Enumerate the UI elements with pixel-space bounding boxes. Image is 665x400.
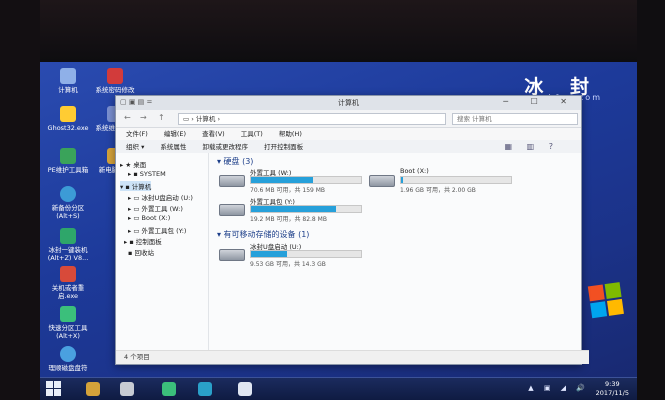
status-bar: 4 个项目	[116, 350, 589, 364]
menu-bar: 文件(F) 编辑(E) 查看(V) 工具(T) 帮助(H)	[116, 128, 581, 140]
nav-item-computer[interactable]: ▾ ▪ 计算机	[120, 181, 152, 191]
desktop-icon-label: 系统密码修改	[95, 86, 135, 94]
monitor-bezel-top	[0, 0, 665, 62]
drive-usage-bar	[250, 176, 362, 184]
desktop-icon-label: Ghost32.exe	[47, 124, 89, 132]
desktop-icon-shutdown[interactable]: 关机或者重启.exe	[43, 266, 93, 300]
hard-drive-icon	[369, 175, 395, 187]
desktop-icon-partition[interactable]: 快速分区工具 (Alt+X)	[43, 306, 93, 340]
explorer-window: ▢ ▣ ▤ = 计算机 ─ ☐ ✕ ← → ↑ ▭ › 计算机 › 搜索 计算机…	[115, 95, 589, 365]
taskbar-app-icon[interactable]	[86, 382, 100, 396]
desktop-icon-label: 冰封一键装机 (Alt+Z) V8...	[47, 246, 89, 262]
computer-icon	[60, 68, 76, 84]
window-body: ▸ ★ 桌面 ▸ ▪ SYSTEM ▾ ▪ 计算机 ▸ ▭ 冰封U盘启动 (U:…	[116, 153, 581, 351]
desktop-icon-installer[interactable]: 冰封一键装机 (Alt+Z) V8...	[43, 228, 93, 262]
power-icon	[60, 266, 76, 282]
usb-drive-icon	[219, 249, 245, 261]
menu-edit[interactable]: 编辑(E)	[164, 130, 186, 138]
start-button[interactable]	[46, 381, 62, 397]
refresh-icon	[60, 346, 76, 362]
taskbar-app-icon[interactable]	[238, 382, 252, 396]
nav-item-external-tools[interactable]: ▸ ▭ 外置工具 (W:)	[128, 203, 183, 213]
drive-usage-bar	[400, 176, 512, 184]
address-row: ← → ↑ ▭ › 计算机 › 搜索 计算机	[116, 110, 581, 128]
group-hard-disks[interactable]: ▾ 硬盘 (3)	[217, 156, 253, 167]
drive-name: Boot (X:)	[400, 167, 429, 175]
drive-u[interactable]: 冰封U盘启动 (U:) 9.53 GB 可用，共 14.3 GB	[219, 241, 369, 269]
clock[interactable]: 9:39 2017/11/5	[596, 380, 629, 398]
desktop-icon-backup[interactable]: 新备份分区 (Alt+S)	[43, 186, 93, 220]
windows-logo-icon	[587, 282, 626, 320]
nav-item-recycle-bin[interactable]: ▪ 回收站	[128, 247, 154, 257]
up-button[interactable]: ↑	[158, 113, 165, 122]
backup-icon	[60, 186, 76, 202]
desktop-icon-label: PE维护工具箱	[47, 166, 89, 174]
drive-w[interactable]: 外置工具 (W:) 70.6 MB 可用，共 159 MB	[219, 167, 369, 195]
system-tray[interactable]: ▲ ▣ ◢ 🔊	[528, 384, 589, 392]
nav-item-control-panel[interactable]: ▸ ▪ 控制面板	[124, 236, 162, 246]
desktop-icon-drive-letters[interactable]: 理顺磁盘盘符	[43, 346, 93, 372]
drive-size: 9.53 GB 可用，共 14.3 GB	[250, 261, 326, 268]
drive-size: 70.6 MB 可用，共 159 MB	[250, 187, 326, 194]
nav-item-system[interactable]: ▸ ▪ SYSTEM	[128, 170, 166, 178]
desktop-icon-ghost[interactable]: Ghost32.exe	[43, 106, 93, 132]
open-control-panel-button[interactable]: 打开控制面板	[264, 143, 303, 151]
desktop-icon-label: 快速分区工具 (Alt+X)	[48, 324, 88, 340]
forward-button[interactable]: →	[140, 113, 147, 122]
monitor-bezel-right	[637, 0, 665, 400]
drive-size: 19.2 MB 可用，共 82.8 MB	[250, 216, 327, 223]
view-options-icons[interactable]: ▦ ▥ ?	[505, 140, 559, 154]
menu-tools[interactable]: 工具(T)	[241, 130, 263, 138]
drive-usage-bar	[250, 250, 362, 258]
installer-icon	[60, 228, 76, 244]
address-bar[interactable]: ▭ › 计算机 ›	[178, 113, 446, 125]
monitor-bezel-left	[0, 0, 40, 400]
nav-item-usb-drive[interactable]: ▸ ▭ 冰封U盘启动 (U:)	[128, 192, 193, 202]
desktop: 冰 封 www.bfpe.com 计算机 系统密码修改 Ghost32.exe …	[40, 62, 637, 400]
partition-icon	[60, 306, 76, 322]
title-bar: ▢ ▣ ▤ = 计算机 ─ ☐ ✕	[116, 96, 581, 110]
nav-item-desktop[interactable]: ▸ ★ 桌面	[120, 159, 146, 169]
menu-file[interactable]: 文件(F)	[126, 130, 148, 138]
desktop-icon-computer[interactable]: 计算机	[43, 68, 93, 94]
group-removable[interactable]: ▾ 有可移动存储的设备 (1)	[217, 229, 309, 240]
clock-date: 2017/11/5	[595, 389, 629, 397]
nav-item-tool-pack[interactable]: ▸ ▭ 外置工具包 (Y:)	[128, 225, 186, 235]
drive-size: 1.96 GB 可用，共 2.00 GB	[400, 187, 476, 194]
hard-drive-icon	[219, 204, 245, 216]
navigation-pane: ▸ ★ 桌面 ▸ ▪ SYSTEM ▾ ▪ 计算机 ▸ ▭ 冰封U盘启动 (U:…	[116, 153, 209, 351]
hard-drive-icon	[219, 175, 245, 187]
toolbox-icon	[60, 148, 76, 164]
drive-x[interactable]: Boot (X:) 1.96 GB 可用，共 2.00 GB	[369, 167, 519, 195]
clock-time: 9:39	[605, 380, 620, 388]
password-tool-icon	[107, 68, 123, 84]
menu-view[interactable]: 查看(V)	[202, 130, 225, 138]
desktop-icon-password[interactable]: 系统密码修改	[90, 68, 140, 94]
nav-item-boot[interactable]: ▸ ▭ Boot (X:)	[128, 214, 170, 222]
organize-button[interactable]: 组织 ▾	[126, 143, 144, 151]
search-input[interactable]: 搜索 计算机	[452, 113, 578, 125]
desktop-icon-label: 理顺磁盘盘符	[48, 364, 88, 372]
desktop-icon-label: 新备份分区 (Alt+S)	[51, 204, 85, 220]
desktop-icon-label: 计算机	[58, 86, 78, 94]
back-button[interactable]: ←	[124, 113, 131, 122]
taskbar: ▲ ▣ ◢ 🔊 9:39 2017/11/5	[40, 377, 637, 400]
content-pane: ▾ 硬盘 (3) 外置工具 (W:) 70.6 MB 可用，共 159 MB B…	[209, 153, 581, 351]
menu-help[interactable]: 帮助(H)	[279, 130, 302, 138]
desktop-icon-label: 关机或者重启.exe	[51, 284, 85, 300]
drive-usage-bar	[250, 205, 362, 213]
system-properties-button[interactable]: 系统属性	[160, 143, 186, 151]
drive-y[interactable]: 外置工具包 (Y:) 19.2 MB 可用，共 82.8 MB	[219, 196, 369, 224]
desktop-icon-pe-tools[interactable]: PE维护工具箱	[43, 148, 93, 174]
uninstall-program-button[interactable]: 卸载或更改程序	[203, 143, 249, 151]
window-controls[interactable]: ─ ☐ ✕	[503, 97, 577, 106]
ghost-icon	[60, 106, 76, 122]
taskbar-app-icon[interactable]	[198, 382, 212, 396]
taskbar-app-icon[interactable]	[162, 382, 176, 396]
taskbar-app-icon[interactable]	[120, 382, 134, 396]
